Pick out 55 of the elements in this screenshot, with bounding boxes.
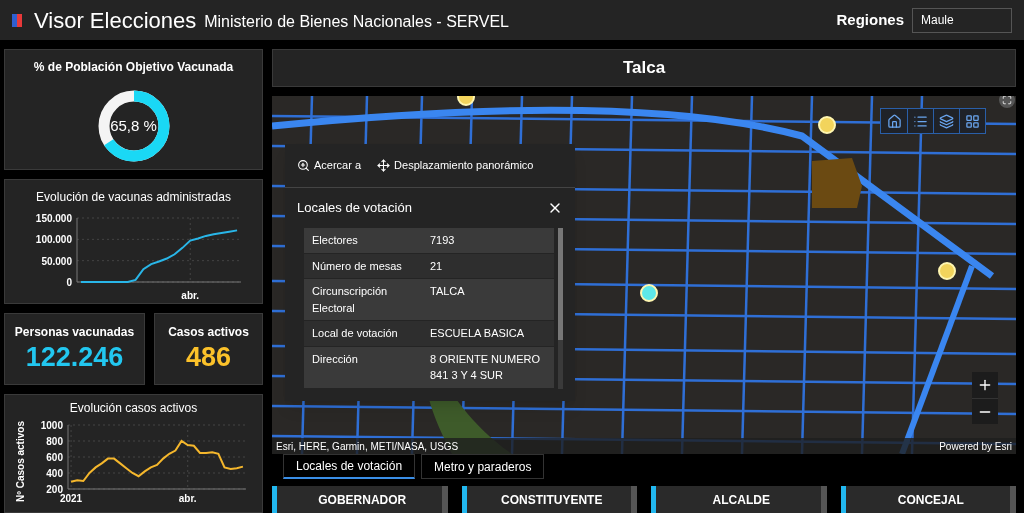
y-tick-label: 200 [45, 484, 63, 495]
flag-icon [12, 13, 22, 27]
place-title-bar: Talca [272, 49, 1016, 87]
card-title: ALCALDE [712, 492, 770, 509]
card-title: GOBERNADOR [318, 492, 407, 509]
y-tick-label: 150.000 [35, 213, 72, 224]
field-value: ESCUELA BASICA [429, 326, 526, 341]
field-label: Local de votación [311, 326, 399, 341]
move-arrows-icon [377, 159, 391, 172]
powered-by-text: Powered by Esri [939, 439, 1012, 454]
app-title: Visor Elecciones [34, 6, 197, 35]
field-label: Dirección [311, 351, 359, 367]
stat-value: 486 [185, 341, 232, 375]
fullscreen-icon[interactable] [999, 96, 1015, 108]
region-label: Regiones [836, 9, 904, 30]
y-tick-label: 1000 [40, 420, 63, 431]
scrollbar[interactable] [1010, 486, 1016, 513]
field-value: 8 ORIENTE NUMERO 841 3 Y 4 SUR [429, 351, 541, 383]
field-value: TALCA [429, 284, 466, 299]
gauge-title: % de Población Objetivo Vacunada [33, 59, 234, 76]
zoom-to-button[interactable]: Acercar a [297, 157, 362, 174]
scrollbar[interactable] [631, 486, 637, 513]
field-label: Electores [311, 233, 359, 248]
field-value: 21 [429, 258, 444, 274]
y-tick-label: 400 [45, 468, 63, 479]
y-tick-label: 0 [65, 277, 72, 288]
stat-label: Personas vacunadas [14, 324, 135, 342]
x-tick-label: 2021 [59, 493, 82, 504]
field-label: Número de mesas [311, 258, 403, 274]
y-tick-label: 800 [45, 436, 63, 447]
scrollbar[interactable] [441, 486, 448, 513]
x-tick-label: abr. [178, 493, 197, 504]
axis-title: Nº Casos activos [13, 420, 27, 502]
stat-label: Casos activos [168, 324, 249, 342]
region-select[interactable]: Maule [912, 7, 1012, 33]
stat-value: 122.246 [25, 341, 124, 375]
field-label: Circunscripción Electoral [311, 284, 389, 316]
app-subtitle: Ministerio de Bienes Nacionales - SERVEL [204, 12, 509, 32]
gauge-value: 65,8 % [110, 115, 157, 136]
field-value: 7193 [429, 233, 456, 248]
y-tick-label: 50.000 [40, 255, 72, 267]
tab[interactable]: Locales de votación [283, 454, 416, 479]
y-tick-label: 100.000 [35, 234, 72, 246]
popup-title: Locales de votación [297, 199, 412, 218]
scrollbar[interactable] [820, 486, 827, 513]
chart-title: Evolución de vacunas administradas [36, 189, 231, 206]
card-title: CONSTITUYENTE [501, 492, 603, 509]
tab[interactable]: Metro y paraderos [421, 454, 545, 479]
x-tick-label: abr. [180, 290, 199, 301]
zoom-in-icon [297, 159, 310, 172]
y-tick-label: 600 [45, 452, 63, 463]
card-title: CONCEJAL [897, 492, 964, 509]
attribution-text: Esri, HERE, Garmin, METI/NASA, USGS [276, 439, 459, 454]
pan-button[interactable]: Desplazamiento panorámico [377, 157, 534, 174]
chart-title: Evolución casos activos [69, 400, 198, 417]
